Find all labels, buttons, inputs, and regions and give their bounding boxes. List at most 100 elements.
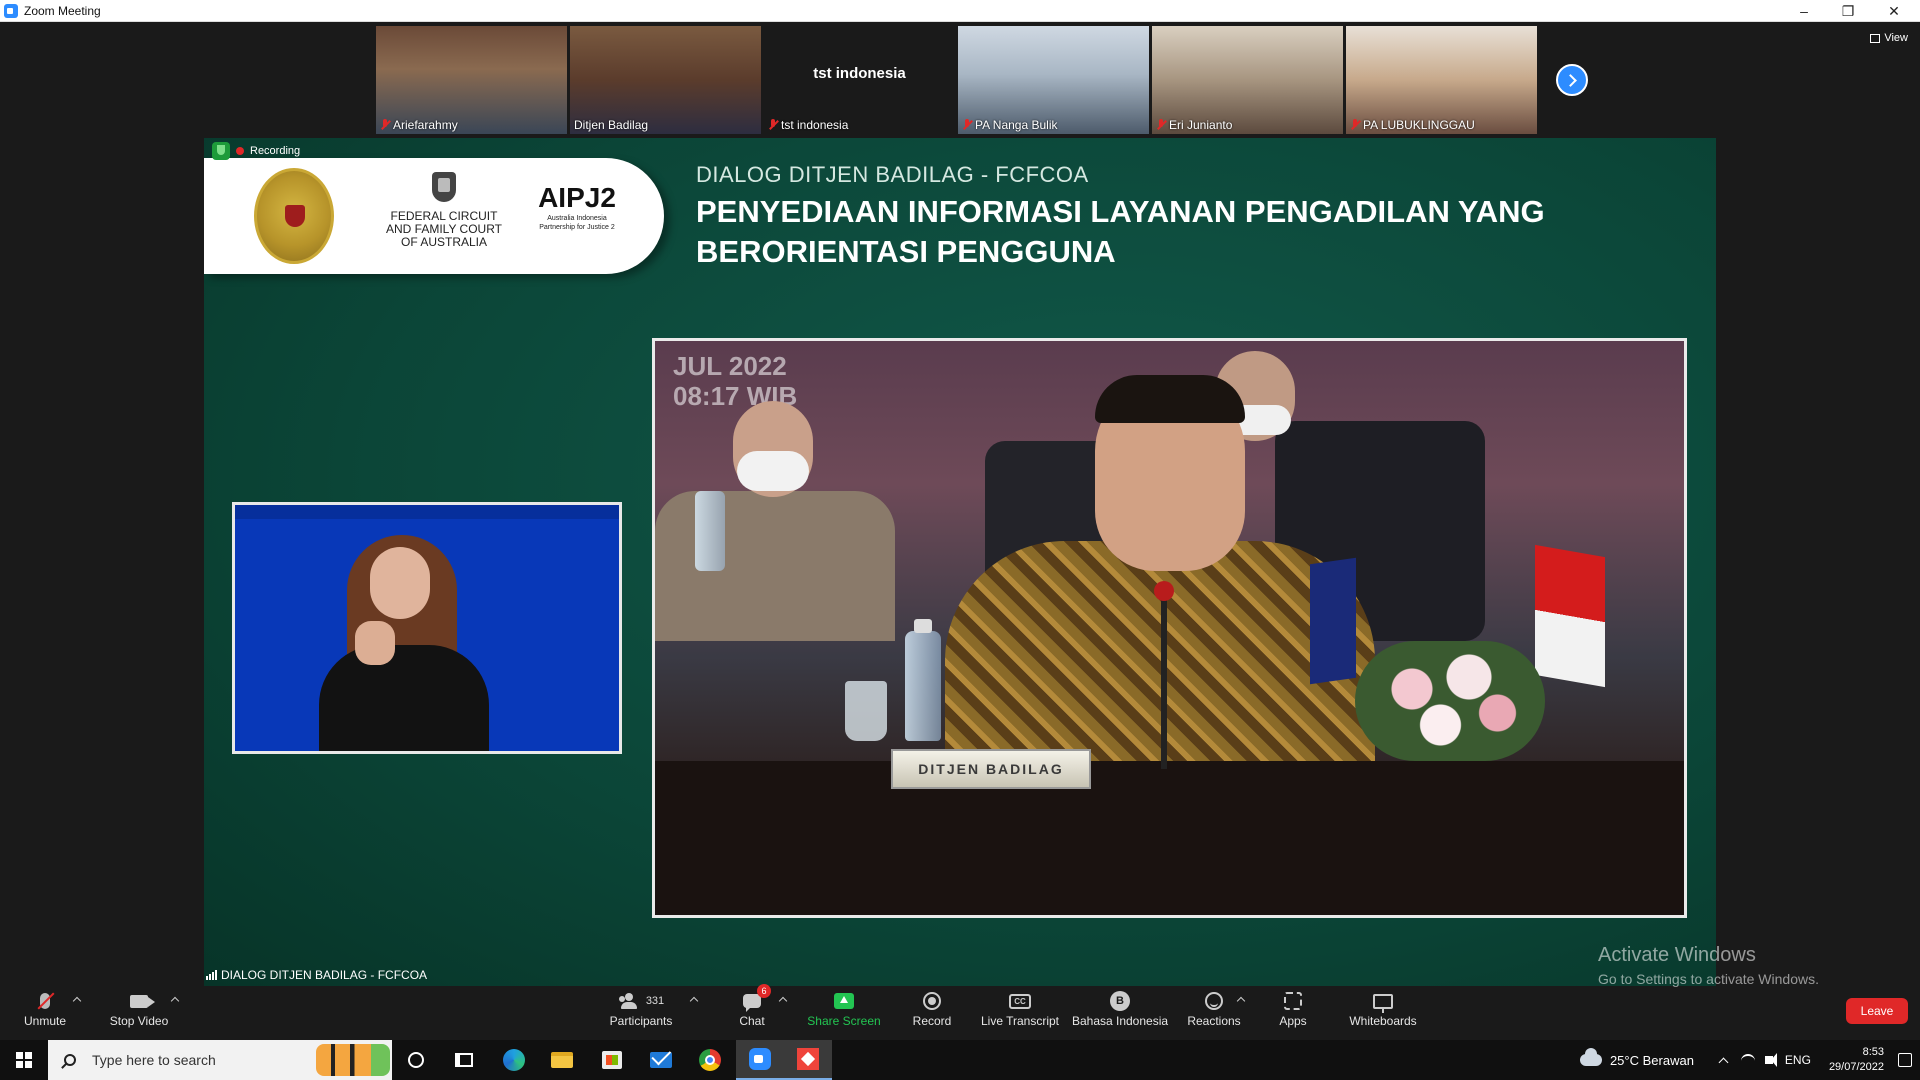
grid-view-icon [1870,33,1881,43]
fcfca-logo: FEDERAL CIRCUIT AND FAMILY COURT OF AUST… [384,168,504,249]
live-transcript-button[interactable]: CC Live Transcript [978,990,1062,1030]
participant-display-name: tst indonesia [813,64,906,82]
close-button[interactable]: ✕ [1872,0,1916,22]
participants-button[interactable]: 331 Participants [606,990,676,1030]
view-button[interactable]: View [1870,32,1908,44]
anydesk-icon [797,1048,819,1070]
share-screen-icon [834,993,854,1009]
notifications-icon[interactable] [1898,1053,1912,1067]
activate-windows-watermark: Activate Windows Go to Settings to activ… [1598,944,1819,987]
signal-strength-icon [206,970,217,980]
file-explorer-app[interactable] [538,1040,586,1080]
microphone-stand [1161,589,1167,769]
meeting-toolbar: Unmute Stop Video 331 Participants 6 Cha… [0,984,1920,1032]
view-label: View [1884,32,1908,44]
chrome-app[interactable] [686,1040,734,1080]
interpreter-hand [355,621,395,665]
edge-app[interactable] [490,1040,538,1080]
windows-logo-icon [16,1052,32,1068]
minimize-button[interactable]: – [1782,0,1826,22]
australian-crest-icon [424,168,464,206]
record-button[interactable]: Record [906,990,958,1030]
participants-count: 331 [645,995,665,1007]
chat-options-caret-icon[interactable] [778,996,788,1006]
interpreter-body [319,645,489,751]
zoom-app[interactable] [736,1040,784,1080]
participant-tile-pa-nanga-bulik[interactable]: PA Nanga Bulik [958,26,1149,134]
search-icon [64,1054,76,1066]
audio-options-caret-icon[interactable] [72,996,82,1006]
apps-label: Apps [1279,1014,1307,1028]
aipj2-logo: AIPJ2 Australia Indonesia Partnership fo… [532,182,622,232]
water-glass [845,681,887,741]
mic-muted-icon [768,119,778,131]
reactions-label: Reactions [1187,1014,1241,1028]
slide-title: PENYEDIAAN INFORMASI LAYANAN PENGADILAN … [696,194,1545,269]
leave-button[interactable]: Leave [1846,998,1908,1024]
network-icon[interactable] [1740,1054,1755,1066]
store-app[interactable] [588,1040,636,1080]
stop-video-button[interactable]: Stop Video [104,990,174,1030]
language-label: Bahasa Indonesia [1071,1014,1169,1028]
whiteboards-button[interactable]: Whiteboards [1346,990,1420,1030]
aipj2-logo-text: AIPJ2 [538,182,616,213]
anydesk-app[interactable] [784,1040,832,1080]
meeting-area: Ariefarahmy Ditjen Badilag tst indonesia… [0,22,1920,988]
restore-button[interactable]: ❐ [1826,0,1870,22]
unmute-button[interactable]: Unmute [20,990,70,1030]
mail-app[interactable] [637,1040,685,1080]
share-screen-label: Share Screen [807,1014,881,1028]
slide-subtitle: DIALOG DITJEN BADILAG - FCFCOA [696,162,1089,187]
next-page-button[interactable] [1556,64,1588,96]
task-view-button[interactable] [440,1040,488,1080]
participant-tile-eri-junianto[interactable]: Eri Junianto [1152,26,1343,134]
reactions-smiley-icon [1205,992,1223,1010]
taskbar-search[interactable]: Type here to search [48,1040,392,1080]
windows-taskbar: Type here to search 25°C Berawan ENG 8:5… [0,1040,1920,1080]
clock-time: 8:53 [1862,1046,1884,1058]
participant-tile-ditjen-badilag[interactable]: Ditjen Badilag [570,26,761,134]
participant-tile-tst-indonesia[interactable]: tst indonesia tst indonesia [764,26,955,134]
show-hidden-icons-icon[interactable] [1718,1057,1729,1067]
participants-options-caret-icon[interactable] [689,996,699,1006]
cortana-button[interactable] [392,1040,440,1080]
sharer-name: DIALOG DITJEN BADILAG - FCFCOA [221,968,428,982]
input-language[interactable]: ENG [1785,1053,1811,1067]
chrome-icon [699,1049,721,1071]
mahkamah-agung-seal-logo [254,168,334,264]
store-icon [602,1051,622,1069]
mail-icon [650,1052,672,1068]
participant-name: PA LUBUKLINGGAU [1363,118,1475,132]
share-screen-button[interactable]: Share Screen [804,990,884,1030]
watermark-line2: Go to Settings to activate Windows. [1598,971,1819,987]
clock[interactable]: 8:53 29/07/2022 [1829,1045,1884,1075]
window-title: Zoom Meeting [24,3,101,18]
volume-icon[interactable] [1764,1053,1777,1067]
weather-cloud-icon[interactable] [1579,1048,1602,1066]
reactions-button[interactable]: Reactions [1186,990,1242,1030]
aipj2-logo-subtext: Australia Indonesia Partnership for Just… [539,215,615,231]
participant-name: Ditjen Badilag [574,118,649,132]
indonesia-flag [1535,544,1605,688]
microphone-icon [1154,581,1174,601]
speaker-hair [1095,375,1245,423]
search-highlight-icon [316,1044,390,1076]
participant-tile-pa-lubuklinggau[interactable]: PA LUBUKLINGGAU [1346,26,1537,134]
sign-language-interpreter-video [232,502,622,754]
mic-muted-icon [1156,119,1166,131]
chat-unread-badge: 6 [757,984,771,998]
weather-text[interactable]: 25°C Berawan [1610,1053,1694,1068]
language-interpretation-button[interactable]: B Bahasa Indonesia [1072,990,1168,1030]
apps-icon [1284,992,1302,1010]
security-shield-icon[interactable] [212,142,230,160]
system-tray: 25°C Berawan ENG 8:53 29/07/2022 [1579,1040,1920,1080]
apps-button[interactable]: Apps [1276,990,1310,1030]
chat-button[interactable]: 6 Chat [732,984,772,1030]
whiteboards-label: Whiteboards [1349,1014,1417,1028]
language-icon: B [1110,991,1130,1011]
zoom-logo-icon [4,3,18,18]
participant-tile-ariefarahmy[interactable]: Ariefarahmy [376,26,567,134]
sharer-label: DIALOG DITJEN BADILAG - FCFCOA [206,968,427,982]
start-button[interactable] [0,1040,48,1080]
recording-indicator: Recording [212,142,300,160]
